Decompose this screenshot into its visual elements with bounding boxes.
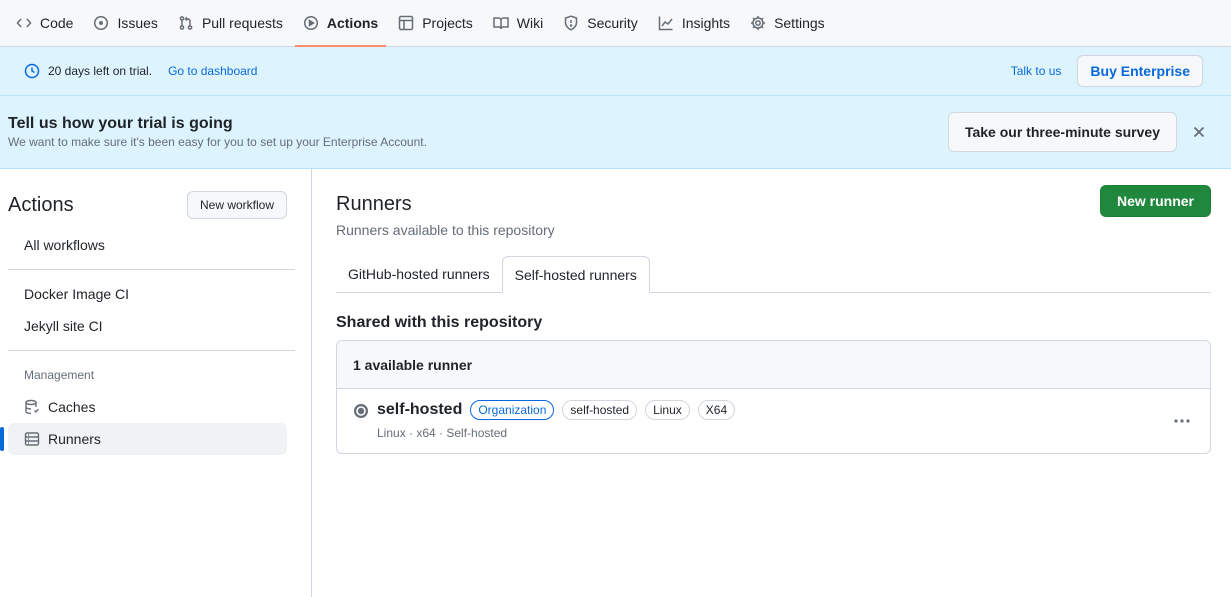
page-subtitle: Runners available to this repository (336, 222, 555, 238)
database-icon (25, 399, 40, 415)
sidebar-item-caches[interactable]: Caches (8, 391, 287, 423)
talk-to-us-link[interactable]: Talk to us (1011, 64, 1062, 78)
nav-label: Security (587, 15, 638, 31)
code-icon (16, 18, 32, 28)
runner-label-organization: Organization (470, 400, 555, 420)
nav-label: Issues (117, 15, 158, 31)
survey-title: Tell us how your trial is going (8, 115, 233, 132)
sidebar-item-label: All workflows (24, 237, 105, 253)
nav-label: Settings (774, 15, 825, 31)
runner-name[interactable]: self-hosted (377, 401, 462, 419)
runner-tabs: GitHub-hosted runners Self-hosted runner… (336, 256, 1211, 293)
runner-row: self-hosted Organization self-hosted Lin… (337, 389, 1210, 453)
nav-label: Code (40, 15, 74, 31)
sidebar-divider (8, 269, 295, 270)
nav-label: Pull requests (201, 15, 283, 31)
nav-settings[interactable]: Settings (742, 0, 833, 46)
sidebar-title: Actions (8, 193, 74, 216)
sidebar-item-docker-image-ci[interactable]: Docker Image CI (8, 278, 287, 310)
trial-bar: 20 days left on trial. Go to dashboard T… (0, 47, 1231, 96)
runner-label-self-hosted: self-hosted (562, 400, 638, 420)
issue-icon (94, 15, 109, 31)
runner-meta: Linux · x64 · Self-hosted (377, 426, 508, 440)
runners-count-header: 1 available runner (337, 341, 1210, 389)
survey-banner: Tell us how your trial is going We want … (0, 96, 1231, 169)
trial-days-left: 20 days left on trial. (48, 64, 153, 78)
tab-self-hosted-runners[interactable]: Self-hosted runners (501, 256, 650, 293)
runner-label-linux: Linux (645, 400, 690, 420)
graph-icon (658, 16, 673, 31)
runner-label-x64: X64 (697, 400, 736, 420)
pull-request-icon (179, 16, 193, 30)
clock-icon (24, 63, 40, 79)
sidebar-item-label: Caches (48, 399, 96, 415)
runner-status-icon (353, 403, 369, 419)
nav-label: Insights (681, 15, 731, 31)
shield-icon (564, 15, 578, 31)
nav-insights[interactable]: Insights (650, 0, 738, 46)
nav-projects[interactable]: Projects (390, 0, 481, 46)
nav-security[interactable]: Security (555, 0, 646, 46)
sidebar-item-all-workflows[interactable]: All workflows (8, 229, 287, 261)
nav-code[interactable]: Code (8, 0, 81, 46)
nav-label: Actions (326, 15, 379, 31)
sidebar-divider (8, 350, 295, 351)
table-icon (398, 15, 414, 31)
runners-box: 1 available runner self-hosted Organizat… (336, 340, 1211, 454)
sidebar-item-label: Docker Image CI (24, 286, 130, 302)
page-title: Runners (336, 193, 412, 215)
gear-icon (751, 16, 766, 30)
sidebar-item-label: Jekyll site CI (24, 318, 103, 334)
nav-label: Projects (422, 15, 473, 31)
nav-issues[interactable]: Issues (85, 0, 165, 46)
nav-label: Wiki (516, 15, 544, 31)
nav-actions[interactable]: Actions (294, 0, 387, 47)
book-icon (493, 17, 509, 30)
tab-github-hosted-runners[interactable]: GitHub-hosted runners (336, 255, 502, 292)
play-icon (303, 15, 318, 31)
new-workflow-button[interactable]: New workflow (186, 191, 287, 219)
survey-subtitle: We want to make sure it's been easy for … (8, 135, 427, 149)
repo-nav: Code Issues Pull requests Actions Projec… (0, 0, 1231, 47)
runners-main: Runners Runners available to this reposi… (312, 169, 1231, 597)
sidebar-item-label: Runners (48, 431, 101, 447)
new-runner-button[interactable]: New runner (1099, 185, 1211, 217)
sidebar-item-jekyll-site-ci[interactable]: Jekyll site CI (8, 310, 287, 342)
go-to-dashboard-link[interactable]: Go to dashboard (168, 64, 257, 78)
nav-pull-requests[interactable]: Pull requests (170, 0, 291, 46)
nav-wiki[interactable]: Wiki (485, 0, 551, 46)
close-icon[interactable] (1191, 124, 1207, 140)
shared-section-title: Shared with this repository (336, 314, 543, 331)
take-survey-button[interactable]: Take our three-minute survey (947, 112, 1177, 152)
kebab-horizontal-icon[interactable] (1170, 411, 1194, 431)
server-icon (24, 432, 40, 446)
sidebar-item-runners[interactable]: Runners (0, 423, 287, 455)
actions-sidebar: Actions New workflow All workflows Docke… (0, 169, 312, 597)
sidebar-section-management: Management (24, 368, 95, 382)
buy-enterprise-button[interactable]: Buy Enterprise (1077, 55, 1203, 87)
